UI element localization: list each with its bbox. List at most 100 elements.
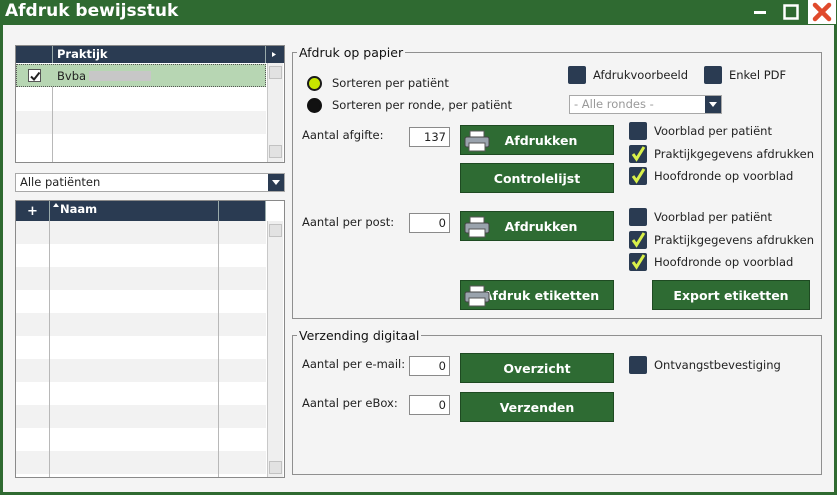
send-button-label: Verzenden — [499, 399, 575, 415]
sort-icon — [53, 203, 59, 207]
dialog-body: Praktijk Bvba Alle patiënten + Naam Afdr… — [3, 25, 834, 492]
grid-column-divider — [49, 221, 50, 477]
patient-row-empty — [16, 336, 266, 359]
patient-name-header-label: Naam — [60, 202, 98, 216]
main-round-checkbox-2[interactable] — [629, 253, 647, 271]
cover-per-patient-label-2: Voorblad per patiënt — [654, 210, 772, 224]
patient-filter-dropdown-button[interactable] — [268, 174, 284, 191]
printer-icon — [464, 216, 490, 238]
email-count-label: Aantal per e-mail: — [302, 357, 406, 371]
patient-filter-select[interactable]: Alle patiënten — [15, 173, 285, 192]
overview-button[interactable]: Overzicht — [460, 353, 614, 383]
title-bar[interactable]: Afdruk bewijsstuk — [0, 0, 837, 24]
overview-button-label: Overzicht — [503, 360, 571, 376]
add-patient-button[interactable]: + — [16, 201, 50, 221]
window-title: Afdruk bewijsstuk — [5, 1, 179, 21]
count-delivery-field[interactable]: 137 — [409, 127, 450, 147]
scroll-up-button[interactable] — [269, 66, 282, 79]
scroll-down-button[interactable] — [269, 461, 282, 474]
chevron-down-icon — [709, 101, 717, 107]
practice-row-empty — [16, 111, 266, 134]
practice-data-label-1: Praktijkgegevens afdrukken — [654, 147, 814, 161]
column-chooser-button[interactable] — [266, 46, 284, 63]
grid-column-divider — [52, 87, 53, 162]
print-labels-button-label: Afdruk etiketten — [482, 287, 600, 303]
check-icon — [631, 232, 646, 248]
patient-grid-scrollbar[interactable] — [267, 221, 283, 477]
patient-row-empty — [16, 267, 266, 290]
practice-name-header[interactable]: Praktijk — [53, 46, 266, 63]
patient-row-empty — [16, 428, 266, 451]
print-preview-label: Afdrukvoorbeeld — [593, 68, 689, 82]
close-icon — [812, 2, 832, 22]
cover-per-patient-checkbox-1[interactable] — [629, 122, 647, 140]
count-delivery-label: Aantal afgifte: — [302, 128, 384, 142]
practice-grid[interactable]: Praktijk Bvba — [15, 45, 285, 163]
single-pdf-checkbox[interactable] — [704, 66, 722, 84]
practice-data-checkbox-2[interactable] — [629, 231, 647, 249]
receipt-confirmation-label: Ontvangstbevestiging — [654, 358, 781, 372]
ebox-count-field[interactable]: 0 — [409, 395, 450, 415]
check-icon — [631, 146, 646, 162]
receipt-confirmation-checkbox[interactable] — [629, 356, 647, 374]
practice-row[interactable]: Bvba — [16, 64, 266, 87]
rounds-dropdown-button[interactable] — [705, 96, 721, 113]
redacted-name-blur — [89, 71, 151, 81]
cover-per-patient-label-1: Voorblad per patiënt — [654, 124, 772, 138]
practice-row-empty — [16, 88, 266, 111]
print-button-label: Afdrukken — [504, 132, 578, 148]
print-paper-legend: Afdruk op papier — [299, 45, 404, 60]
sort-per-patient-label: Sorteren per patiënt — [332, 76, 449, 90]
digital-legend: Verzending digitaal — [299, 328, 420, 343]
check-icon — [631, 168, 646, 184]
control-list-button-label: Controlelijst — [493, 170, 581, 186]
scroll-down-button[interactable] — [269, 145, 282, 158]
ebox-count-label: Aantal per eBox: — [302, 396, 398, 410]
print-preview-checkbox[interactable] — [568, 66, 586, 84]
minimize-icon — [754, 11, 766, 14]
export-labels-button[interactable]: Export etiketten — [652, 280, 810, 310]
patient-grid[interactable]: + Naam — [15, 200, 285, 478]
sort-per-patient-radio[interactable] — [307, 76, 322, 91]
patient-row-empty — [16, 382, 266, 405]
printer-icon — [464, 130, 490, 152]
check-icon — [631, 254, 646, 270]
rounds-select[interactable]: - Alle rondes - — [569, 95, 722, 114]
count-post-label: Aantal per post: — [302, 215, 395, 229]
sort-per-round-label: Sorteren per ronde, per patiënt — [332, 98, 513, 112]
email-count-field[interactable]: 0 — [409, 356, 450, 376]
cover-per-patient-checkbox-2[interactable] — [629, 208, 647, 226]
print-post-button[interactable]: Afdrukken — [460, 211, 614, 241]
patient-row-empty — [16, 221, 266, 244]
practice-row-checkbox[interactable] — [28, 69, 41, 82]
patient-row-empty — [16, 451, 266, 474]
send-button[interactable]: Verzenden — [460, 392, 614, 422]
practice-grid-scrollbar[interactable] — [267, 63, 283, 162]
patient-row-empty — [16, 405, 266, 428]
chevron-down-icon — [272, 179, 280, 185]
practice-data-checkbox-1[interactable] — [629, 145, 647, 163]
patient-extra-header — [219, 201, 266, 221]
grid-column-divider — [218, 221, 219, 477]
maximize-button[interactable] — [779, 0, 803, 24]
print-labels-button[interactable]: Afdruk etiketten — [460, 280, 614, 310]
main-round-label-2: Hoofdronde op voorblad — [654, 255, 794, 269]
patient-row-empty — [16, 359, 266, 382]
count-post-field[interactable]: 0 — [409, 213, 450, 233]
control-list-button[interactable]: Controlelijst — [460, 163, 614, 193]
print-button[interactable]: Afdrukken — [460, 125, 614, 155]
scroll-up-button[interactable] — [269, 224, 282, 237]
minimize-button[interactable] — [748, 0, 772, 24]
print-post-button-label: Afdrukken — [504, 218, 578, 234]
main-round-checkbox-1[interactable] — [629, 167, 647, 185]
practice-row-name: Bvba — [57, 69, 87, 83]
printer-icon — [464, 285, 490, 307]
patient-filter-value: Alle patiënten — [20, 175, 101, 189]
export-labels-button-label: Export etiketten — [673, 287, 789, 303]
practice-data-label-2: Praktijkgegevens afdrukken — [654, 233, 814, 247]
dialog-window: Afdruk bewijsstuk Praktijk Bvba Alle pat… — [0, 0, 837, 495]
patient-name-header[interactable]: Naam — [50, 201, 219, 221]
sort-per-round-radio[interactable] — [307, 98, 322, 113]
patient-row-empty — [16, 244, 266, 267]
close-button[interactable] — [808, 0, 836, 24]
